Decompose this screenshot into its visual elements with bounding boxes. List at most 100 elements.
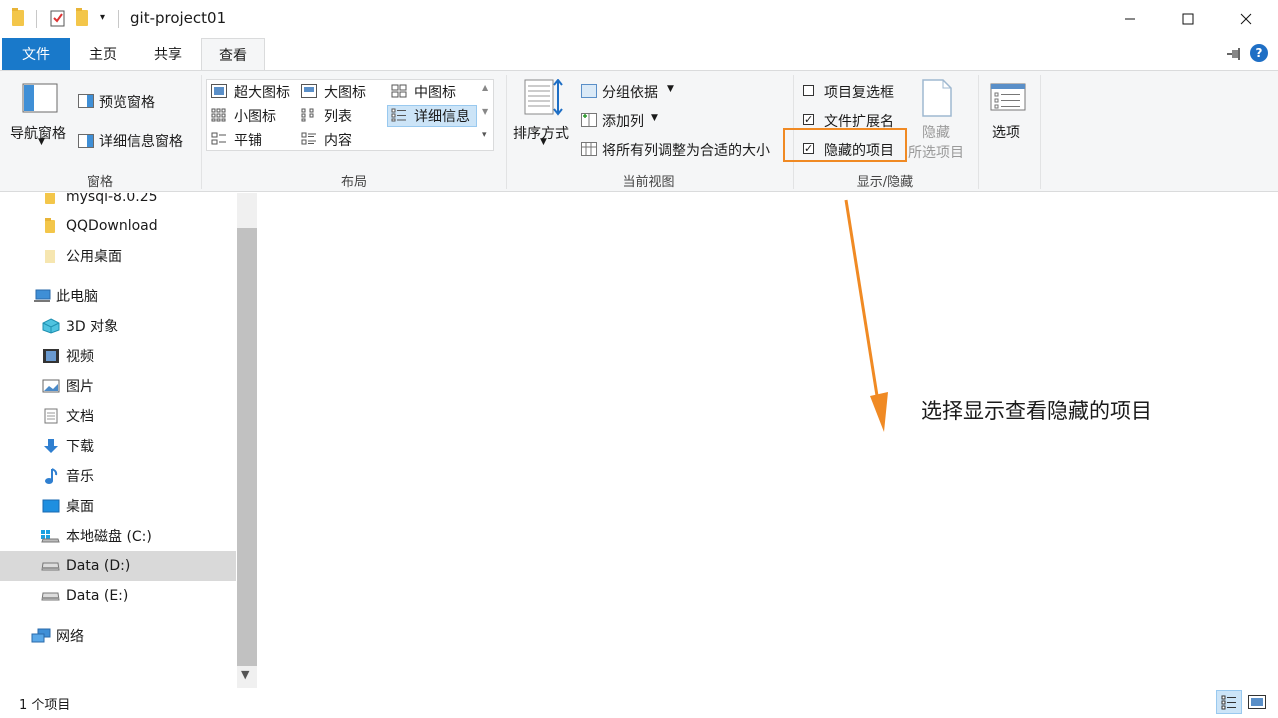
expand-gallery-icon[interactable]: ▾ (482, 130, 487, 140)
details-pane-button[interactable]: 详细信息窗格 (99, 131, 183, 151)
content-icon (301, 131, 317, 150)
hidden-items-highlight (783, 128, 907, 162)
group-label-show-hide: 显示/隐藏 (856, 175, 914, 190)
layout-medium-icons[interactable]: 中图标 (414, 82, 456, 102)
layout-large-icons[interactable]: 大图标 (324, 82, 366, 102)
new-folder-icon[interactable] (76, 8, 88, 26)
scroll-down-icon[interactable]: ▼ (241, 668, 249, 681)
nav-item[interactable]: Data (E:) (0, 581, 236, 611)
details-icon (391, 107, 407, 126)
nav-item[interactable]: 视频 (0, 341, 236, 371)
chevron-down-icon[interactable]: ▼ (667, 84, 674, 94)
chevron-down-icon[interactable]: ▼ (38, 137, 45, 147)
large-icons-view-button[interactable] (1248, 694, 1266, 713)
nav-item[interactable]: 音乐 (0, 461, 236, 491)
annotation-text: 选择显示查看隐藏的项目 (921, 399, 1152, 423)
pin-ribbon-icon[interactable] (1226, 46, 1242, 65)
group-divider (978, 75, 979, 189)
close-button[interactable] (1216, 0, 1276, 38)
nav-item[interactable]: QQDownload (0, 211, 236, 241)
extra-large-icons-icon (211, 83, 227, 102)
tiles-icon (211, 131, 227, 150)
nav-item-this-pc[interactable]: 此电脑 (0, 281, 236, 311)
chevron-down-icon[interactable]: ▼ (651, 113, 658, 123)
music-icon (44, 467, 58, 489)
file-extensions-checkbox[interactable]: ✓ (803, 114, 814, 125)
tab-share[interactable]: 共享 (138, 38, 198, 70)
details-pane-icon (78, 133, 94, 152)
size-columns-icon (581, 141, 597, 160)
preview-pane-button[interactable]: 预览窗格 (99, 92, 155, 112)
divider (36, 10, 37, 28)
options-button[interactable]: 选项 (992, 122, 1020, 142)
layout-extra-large-icons[interactable]: 超大图标 (234, 82, 290, 102)
add-columns-button[interactable]: 添加列 (602, 111, 644, 131)
drive-icon (40, 590, 60, 606)
maximize-button[interactable] (1158, 0, 1218, 38)
nav-item[interactable]: mysql-8.0.25 (0, 193, 236, 212)
group-by-button[interactable]: 分组依据 (602, 82, 658, 102)
3d-objects-icon (42, 318, 60, 338)
status-bar: 1 个项目 (0, 688, 1278, 718)
title-bar: ▾ git-project01 (0, 0, 1278, 38)
tab-home[interactable]: 主页 (74, 38, 132, 70)
group-label-current-view: 当前视图 (622, 175, 675, 190)
nav-item[interactable]: 图片 (0, 371, 236, 401)
ribbon-tabs: 文件 主页 共享 查看 ? (0, 38, 1278, 70)
customize-quick-access-icon[interactable]: ▾ (100, 12, 105, 23)
sort-by-icon[interactable] (524, 78, 564, 121)
group-by-icon (581, 83, 597, 102)
window-title: git-project01 (130, 9, 227, 27)
scroll-down-icon[interactable]: ▼ (482, 107, 488, 116)
navigation-pane: mysql-8.0.25 QQDownload 公用桌面 此电脑 3D 对象 视… (0, 193, 236, 683)
nav-item[interactable]: 下载 (0, 431, 236, 461)
list-icon (301, 107, 317, 126)
preview-pane-icon (78, 93, 94, 112)
add-columns-icon (581, 112, 597, 131)
large-icons-icon (301, 83, 317, 102)
scroll-up-icon[interactable]: ▲ (482, 83, 488, 92)
nav-item-network[interactable]: 网络 (0, 621, 236, 651)
desktop-icon (42, 499, 60, 517)
folder-icon (12, 8, 24, 26)
hide-selected-label-1: 隐藏 (922, 125, 950, 141)
folder-icon (45, 193, 55, 204)
nav-item[interactable]: 3D 对象 (0, 311, 236, 341)
layout-list[interactable]: 列表 (324, 106, 352, 126)
tab-view[interactable]: 查看 (201, 38, 265, 70)
ribbon: 导航窗格 ▼ 预览窗格 详细信息窗格 窗格 超大图标 大图标 中图标 小图标 列… (0, 70, 1278, 192)
divider (118, 10, 119, 28)
nav-item[interactable]: 公用桌面 (0, 241, 236, 271)
layout-tiles[interactable]: 平铺 (234, 130, 262, 150)
size-all-columns-button[interactable]: 将所有列调整为合适的大小 (602, 140, 770, 160)
hide-selected-items-icon[interactable] (921, 79, 953, 121)
group-divider (1040, 75, 1041, 189)
chevron-down-icon[interactable]: ▼ (540, 137, 547, 147)
item-checkboxes-checkbox[interactable] (803, 85, 814, 96)
nav-item[interactable]: 本地磁盘 (C:) (0, 521, 236, 551)
layout-small-icons[interactable]: 小图标 (234, 106, 276, 126)
nav-item[interactable]: 桌面 (0, 491, 236, 521)
navigation-pane-icon[interactable] (22, 83, 58, 117)
nav-item-selected[interactable]: Data (D:) (0, 551, 236, 581)
minimize-button[interactable] (1100, 0, 1160, 38)
group-label-panes: 窗格 (86, 175, 113, 190)
help-icon[interactable]: ? (1250, 44, 1268, 62)
layout-content[interactable]: 内容 (324, 130, 352, 150)
properties-icon[interactable] (50, 9, 66, 27)
options-icon[interactable] (990, 83, 1026, 115)
details-view-button[interactable] (1216, 690, 1242, 714)
annotation-arrow (844, 199, 888, 432)
tab-file[interactable]: 文件 (2, 38, 70, 70)
pictures-icon (42, 379, 60, 397)
nav-scroll-thumb[interactable] (237, 228, 257, 666)
video-icon (42, 348, 60, 368)
nav-item[interactable]: 文档 (0, 401, 236, 431)
layout-details[interactable]: 详细信息 (414, 106, 470, 126)
item-checkboxes-label: 项目复选框 (824, 85, 894, 101)
drive-c-icon (40, 529, 60, 547)
download-icon (42, 438, 60, 458)
computer-icon (33, 289, 51, 307)
folder-icon (45, 250, 55, 263)
item-count: 1 个项目 (19, 698, 71, 713)
